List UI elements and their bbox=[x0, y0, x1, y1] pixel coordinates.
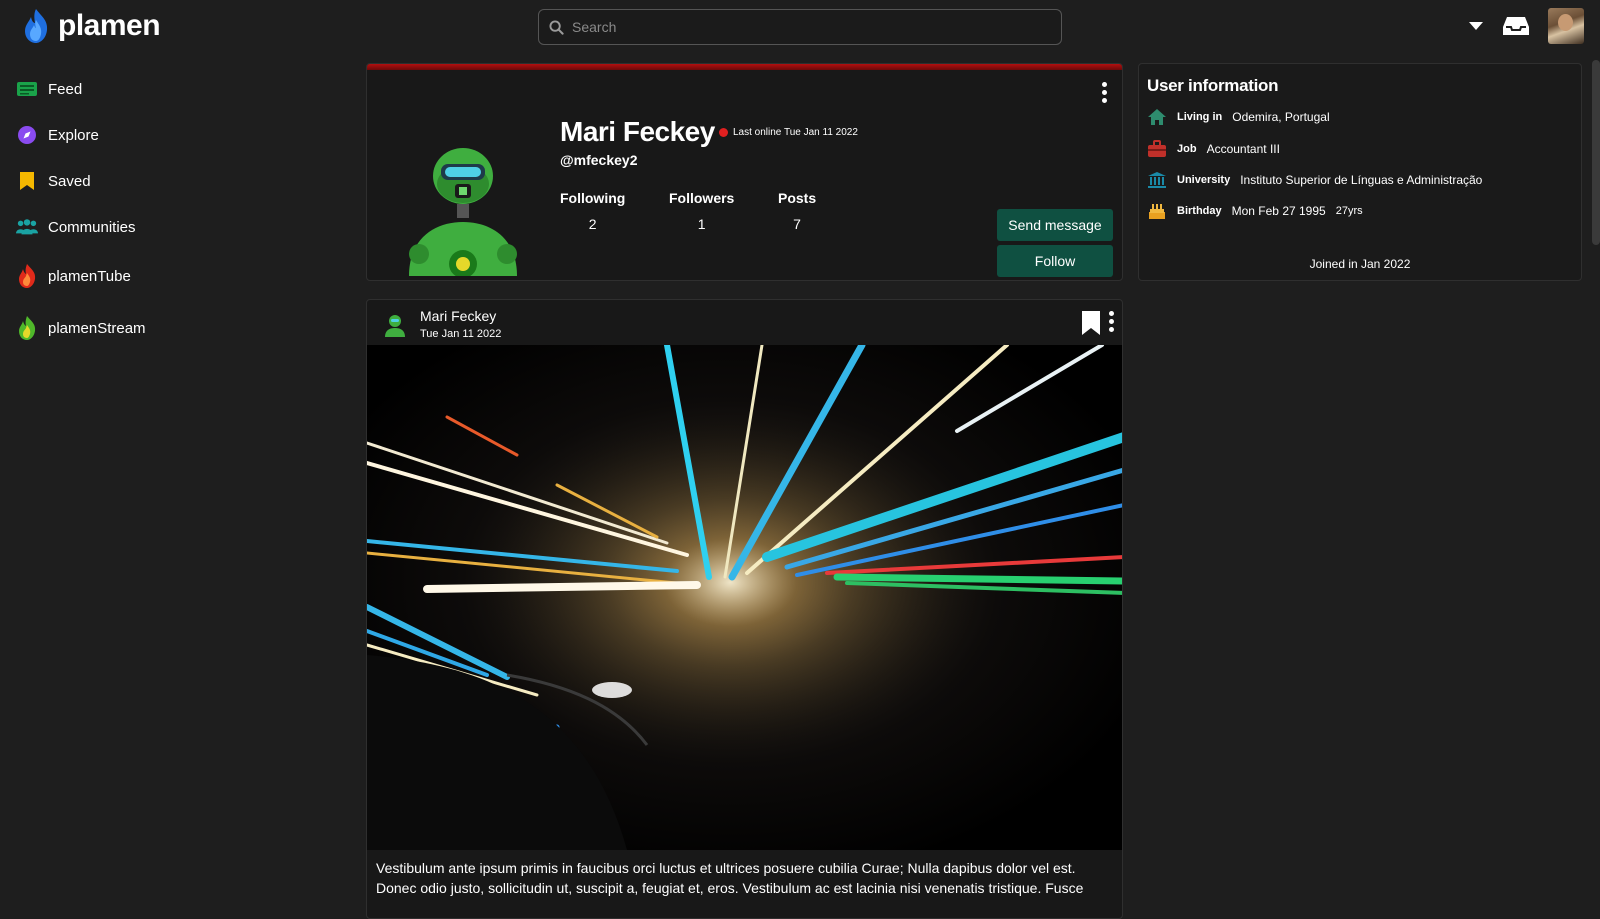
info-value: Accountant III bbox=[1206, 142, 1280, 156]
offline-status-dot-icon bbox=[719, 128, 728, 137]
send-message-button[interactable]: Send message bbox=[997, 209, 1113, 241]
stat-label: Followers bbox=[669, 190, 735, 206]
app-name: plamen bbox=[58, 9, 161, 42]
info-row-university: University Instituto Superior de Línguas… bbox=[1147, 171, 1482, 189]
page-scrollbar[interactable] bbox=[1592, 60, 1600, 245]
last-online-text: Last online Tue Jan 11 2022 bbox=[733, 127, 858, 138]
flame-green-icon bbox=[16, 316, 38, 340]
stat-label: Posts bbox=[778, 190, 817, 206]
info-key: University bbox=[1177, 174, 1231, 186]
current-user-avatar[interactable] bbox=[1548, 8, 1584, 44]
info-row-job: Job Accountant III bbox=[1147, 140, 1280, 158]
sidebar-item-label: Explore bbox=[48, 126, 99, 144]
info-value: Instituto Superior de Línguas e Administ… bbox=[1240, 173, 1483, 187]
sidebar-item-label: plamenTube bbox=[48, 267, 131, 285]
dropdown-caret-icon[interactable] bbox=[1468, 21, 1484, 31]
flame-red-icon bbox=[16, 264, 38, 288]
compass-icon bbox=[16, 124, 38, 146]
stat-followers[interactable]: Followers 1 bbox=[669, 190, 734, 232]
search-input[interactable] bbox=[572, 19, 1042, 35]
sidebar-item-plamenstream[interactable]: plamenStream bbox=[16, 302, 316, 354]
user-info-card: User information Living in Odemira, Port… bbox=[1138, 63, 1582, 281]
last-online-status: Last online Tue Jan 11 2022 bbox=[719, 127, 858, 138]
users-icon bbox=[16, 216, 38, 238]
sidebar-item-feed[interactable]: Feed bbox=[16, 66, 316, 112]
university-icon bbox=[1147, 171, 1167, 189]
stat-posts[interactable]: Posts 7 bbox=[778, 190, 816, 232]
profile-card: Mari Feckey Last online Tue Jan 11 2022 … bbox=[366, 63, 1123, 281]
profile-header-bar bbox=[367, 64, 1122, 70]
profile-more-options-icon[interactable] bbox=[1098, 82, 1110, 103]
inbox-icon[interactable] bbox=[1502, 15, 1530, 37]
cake-icon bbox=[1147, 202, 1167, 220]
stat-label: Following bbox=[560, 190, 626, 206]
sidebar-item-label: plamenStream bbox=[48, 319, 146, 337]
sidebar-item-saved[interactable]: Saved bbox=[16, 158, 316, 204]
sidebar-item-plamentube[interactable]: plamenTube bbox=[16, 250, 316, 302]
feed-icon bbox=[16, 78, 38, 100]
stat-value: 7 bbox=[793, 216, 801, 232]
info-key: Job bbox=[1177, 143, 1197, 155]
search-icon bbox=[549, 19, 564, 35]
post-header: Mari Feckey Tue Jan 11 2022 bbox=[367, 300, 1122, 345]
sidebar-item-explore[interactable]: Explore bbox=[16, 112, 316, 158]
stat-value: 2 bbox=[588, 216, 597, 232]
bookmark-icon bbox=[16, 170, 38, 192]
post-body-text: Vestibulum ante ipsum primis in faucibus… bbox=[376, 860, 1084, 896]
search-bar[interactable] bbox=[538, 9, 1062, 45]
post-date: Tue Jan 11 2022 bbox=[420, 328, 502, 340]
info-row-living: Living in Odemira, Portugal bbox=[1147, 108, 1330, 126]
info-key: Living in bbox=[1177, 111, 1223, 123]
profile-handle: @mfeckey2 bbox=[560, 152, 638, 168]
sidebar-item-communities[interactable]: Communities bbox=[16, 204, 316, 250]
profile-avatar bbox=[409, 148, 517, 276]
age-badge: 27yrs bbox=[1335, 205, 1363, 217]
briefcase-icon bbox=[1147, 140, 1167, 158]
user-info-title: User information bbox=[1147, 76, 1279, 95]
sidebar-item-label: Saved bbox=[48, 172, 91, 190]
post-author-name[interactable]: Mari Feckey bbox=[420, 308, 496, 324]
post-image[interactable] bbox=[367, 345, 1123, 850]
post-more-options-icon[interactable] bbox=[1105, 311, 1117, 332]
sidebar-item-label: Feed bbox=[48, 80, 83, 98]
info-key: Birthday bbox=[1177, 205, 1222, 217]
profile-name: Mari Feckey bbox=[560, 116, 715, 147]
post-author-avatar[interactable] bbox=[383, 313, 407, 337]
sidebar-item-label: Communities bbox=[48, 218, 136, 236]
joined-date: Joined in Jan 2022 bbox=[1309, 257, 1411, 271]
sidebar: Feed Explore Saved Communities plamenTub… bbox=[16, 66, 316, 354]
info-row-birthday: Birthday Mon Feb 27 1995 27yrs bbox=[1147, 202, 1363, 220]
flame-logo-icon bbox=[25, 9, 48, 43]
follow-button[interactable]: Follow bbox=[997, 245, 1113, 277]
post-card: Mari Feckey Tue Jan 11 2022 Vestibulum a… bbox=[366, 299, 1123, 919]
app-logo[interactable]: plamen bbox=[22, 8, 161, 44]
stat-value: 1 bbox=[697, 216, 706, 232]
bookmark-icon[interactable] bbox=[1081, 310, 1101, 336]
home-icon bbox=[1147, 108, 1167, 126]
info-value: Odemira, Portugal bbox=[1232, 110, 1330, 124]
stat-following[interactable]: Following 2 bbox=[560, 190, 625, 232]
info-value: Mon Feb 27 1995 bbox=[1231, 204, 1326, 218]
